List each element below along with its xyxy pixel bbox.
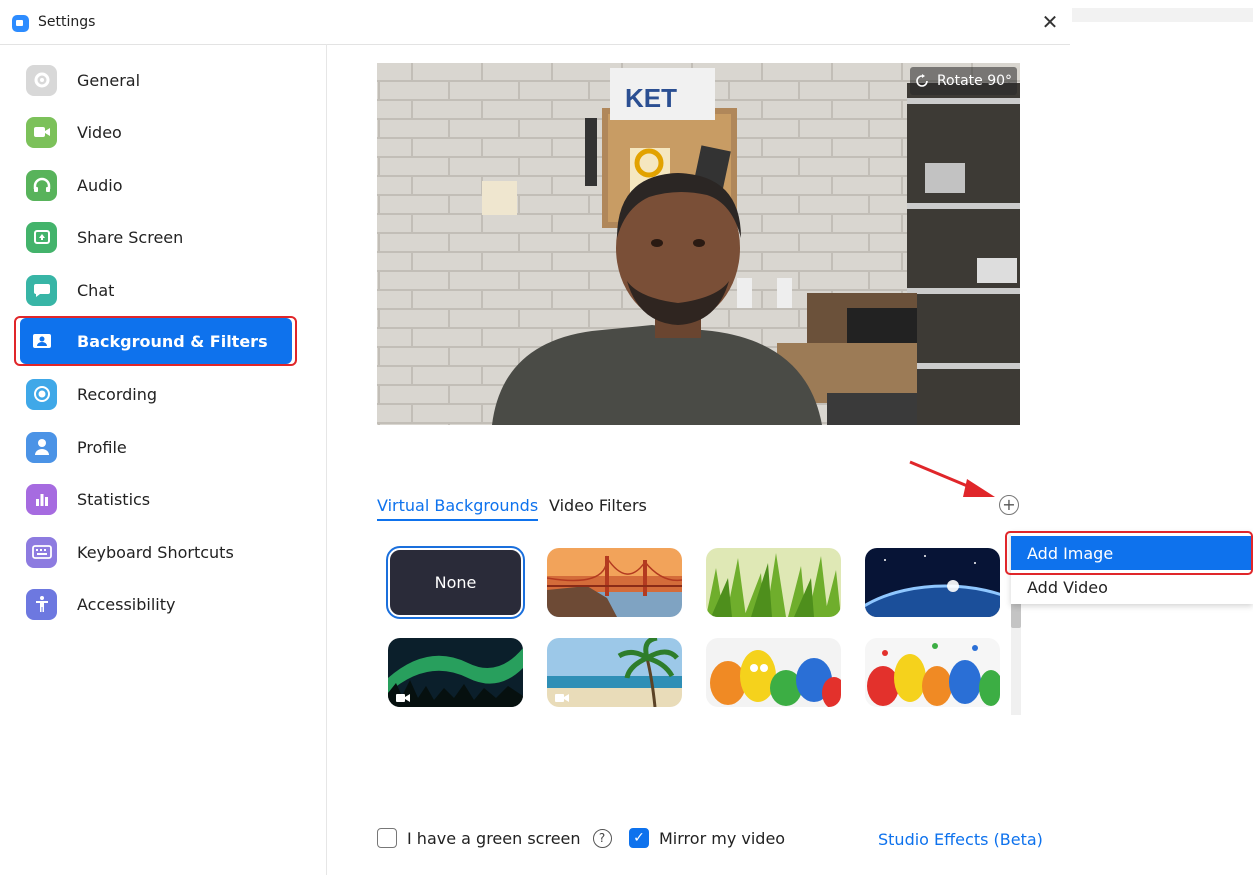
sidebar-item-general[interactable]: General (20, 56, 300, 104)
add-background-button[interactable]: + (999, 495, 1019, 515)
sidebar-item-label: Accessibility (77, 594, 176, 614)
sidebar-item-label: Share Screen (77, 227, 184, 247)
sidebar-item-keyboard-shortcuts[interactable]: Keyboard Shortcuts (20, 528, 300, 576)
sidebar-item-label: Chat (77, 280, 115, 300)
green-screen-option: I have a green screen ? (377, 828, 612, 848)
background-thumb-beach[interactable] (547, 638, 682, 707)
menu-item-add-video[interactable]: Add Video (1011, 570, 1253, 604)
camera-preview: KET (377, 63, 1020, 425)
mirror-video-checkbox[interactable]: ✓ (629, 828, 649, 848)
sidebar-item-accessibility[interactable]: Accessibility (20, 580, 300, 628)
background-thumb-sesame-street-1[interactable] (706, 638, 841, 707)
background-thumb-sesame-street-2[interactable] (865, 638, 1000, 707)
profile-icon (26, 431, 57, 463)
sidebar-item-statistics[interactable]: Statistics (20, 475, 300, 523)
rotate-90-button[interactable]: Rotate 90° (910, 67, 1017, 95)
sidebar-item-recording[interactable]: Recording (20, 370, 300, 418)
video-badge-icon (396, 688, 410, 702)
share-screen-icon (26, 221, 57, 253)
close-icon[interactable]: ✕ (1038, 10, 1062, 34)
sidebar-item-label: Profile (77, 437, 127, 457)
background-window-strip (1072, 8, 1253, 22)
background-thumb-golden-gate[interactable] (547, 548, 682, 617)
background-thumb-aurora[interactable] (388, 638, 523, 707)
background-none-label: None (434, 573, 477, 592)
help-icon[interactable]: ? (592, 828, 612, 848)
background-thumb-earth[interactable] (865, 548, 1000, 617)
sidebar-item-label: Recording (77, 384, 158, 404)
zoom-app-icon (12, 15, 29, 32)
sidebar-item-label: Video (77, 122, 122, 142)
sidebar-item-label: Keyboard Shortcuts (77, 542, 234, 562)
statistics-icon (26, 483, 57, 515)
sidebar-item-label: Statistics (77, 489, 151, 509)
headphones-icon (26, 169, 57, 201)
sidebar-item-label: Audio (77, 175, 123, 195)
sidebar-item-share-screen[interactable]: Share Screen (20, 213, 300, 261)
green-screen-label: I have a green screen (407, 828, 581, 848)
settings-window: Settings ✕ General Video Audio Share Scr… (0, 0, 1070, 875)
gear-icon (26, 64, 57, 96)
tab-video-filters[interactable]: Video Filters (549, 496, 647, 515)
sidebar-item-profile[interactable]: Profile (20, 423, 300, 471)
chat-bubble-icon (26, 274, 57, 306)
annotation-arrow (909, 460, 995, 497)
svg-text:KET: KET (625, 83, 677, 113)
sidebar-item-label: General (77, 70, 141, 90)
studio-effects-link[interactable]: Studio Effects (Beta) (878, 830, 1043, 849)
video-badge-icon (555, 688, 569, 702)
keyboard-icon (26, 536, 57, 568)
rotate-label: Rotate 90° (936, 73, 1013, 89)
record-icon (26, 378, 57, 410)
green-screen-checkbox[interactable] (377, 828, 397, 848)
mirror-video-option: ✓ Mirror my video (629, 828, 785, 848)
tab-virtual-backgrounds[interactable]: Virtual Backgrounds (377, 496, 539, 521)
background-thumb-grass[interactable] (706, 548, 841, 617)
sidebar-item-audio[interactable]: Audio (20, 161, 300, 209)
highlight-outline (1005, 531, 1253, 575)
rotate-icon (916, 74, 928, 87)
sidebar-item-chat[interactable]: Chat (20, 266, 300, 314)
background-thumb-none[interactable]: None (386, 546, 525, 619)
accessibility-icon (26, 588, 57, 620)
title-bar: Settings ✕ (0, 0, 1070, 45)
mirror-video-label: Mirror my video (659, 828, 786, 848)
video-camera-icon (26, 116, 57, 148)
window-title: Settings (38, 14, 96, 30)
sidebar-item-video[interactable]: Video (20, 108, 300, 156)
highlight-outline (14, 316, 297, 366)
settings-sidebar: General Video Audio Share Screen Chat Ba… (0, 44, 327, 875)
